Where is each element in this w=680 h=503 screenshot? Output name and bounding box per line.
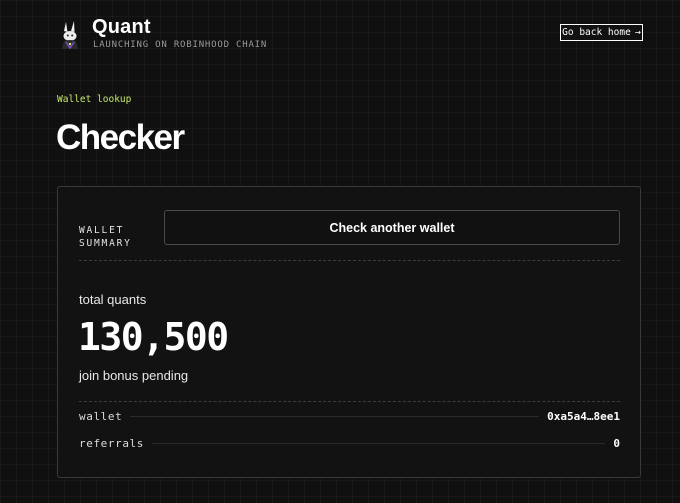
wallet-summary-label: WALLET SUMMARY [79,224,149,250]
section-eyebrow: Wallet lookup [57,94,132,105]
row-leader-line [152,443,606,444]
wallet-summary-card: WALLET SUMMARY Check another wallet tota… [57,186,641,478]
wallet-summary-label-line2: SUMMARY [79,238,132,249]
wallet-row: wallet 0xa5a4…8ee1 [79,407,620,425]
divider [79,260,620,261]
referrals-row: referrals 0 [79,434,620,452]
go-back-home-button[interactable]: Go back home → [560,24,643,41]
wallet-row-label: wallet [79,409,123,423]
brand-tagline: LAUNCHING ON ROBINHOOD CHAIN [93,40,268,50]
referrals-row-label: referrals [79,436,145,450]
check-another-wallet-button[interactable]: Check another wallet [164,210,620,245]
referrals-value: 0 [613,436,620,450]
wallet-address-value: 0xa5a4…8ee1 [547,409,620,423]
page-title: Checker [56,118,185,157]
total-quants-label: total quants [79,292,147,307]
join-bonus-status: join bonus pending [79,368,189,383]
go-back-home-label: Go back home [562,27,631,38]
row-leader-line [130,416,540,417]
rabbit-logo-icon [57,20,85,50]
wallet-summary-label-line1: WALLET [79,225,125,236]
brand-name: Quant [92,16,151,38]
arrow-right-icon: → [634,27,641,38]
total-quants-value: 130,500 [78,315,229,359]
divider [79,401,620,402]
